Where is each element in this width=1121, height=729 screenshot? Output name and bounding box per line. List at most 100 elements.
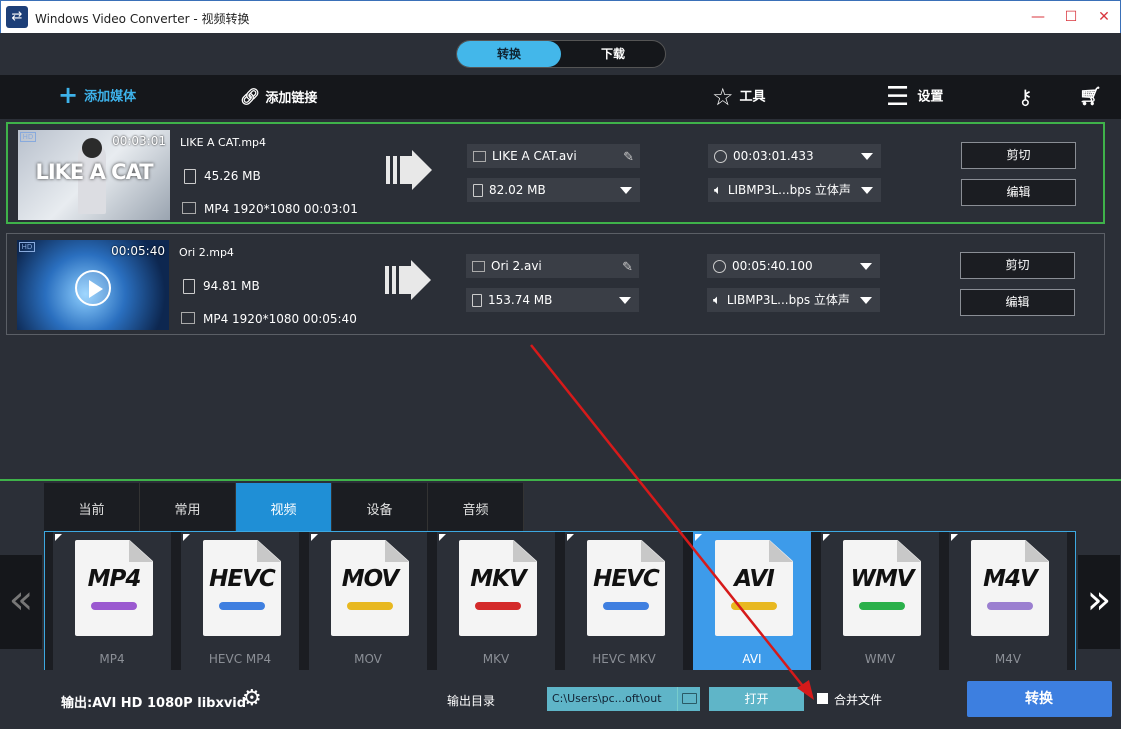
format-code: HEVC — [209, 566, 276, 592]
audio-dropdown[interactable]: 🔈︎ LIBMP3L...bps 立体声 — [708, 178, 881, 202]
chevron-down-icon — [860, 297, 872, 304]
audio-codec: LIBMP3L...bps 立体声 — [727, 183, 851, 197]
video-file-icon — [472, 261, 485, 272]
format-tile-hevc-mkv[interactable]: HEVC HEVC MKV — [565, 532, 683, 670]
magic-wand-icon: ☆ — [712, 83, 734, 111]
output-filename-field[interactable]: Ori 2.avi ✎ — [466, 254, 639, 278]
output-dir-label: 输出目录 — [447, 694, 496, 708]
format-label: M4V — [994, 652, 1022, 666]
chevron-down-icon — [861, 153, 873, 160]
open-button[interactable]: 打开 — [709, 687, 804, 711]
tab-download[interactable]: 下载 — [561, 41, 665, 67]
edit-button[interactable]: 编辑 — [961, 179, 1076, 206]
toolbar: + 添加媒体 🔗︎ 添加链接 ☆ 工具 ☰ 设置 ⚷ 🛒︎ — [0, 75, 1121, 119]
format-code: MKV — [470, 566, 527, 592]
format-tile-mkv[interactable]: MKV MKV — [437, 532, 555, 670]
tab-audio[interactable]: 音频 — [428, 483, 524, 531]
format-tile-avi[interactable]: AVI AVI — [693, 532, 811, 670]
video-badge-icon: HD — [19, 242, 35, 252]
output-size-dropdown[interactable]: 153.74 MB — [466, 288, 639, 312]
prev-arrow-icon[interactable]: « — [0, 555, 42, 649]
settings-button[interactable]: ☰ 设置 — [886, 75, 943, 119]
clock-icon — [714, 150, 727, 163]
close-icon[interactable]: ✕ — [1090, 5, 1118, 29]
audio-dropdown[interactable]: 🔈︎ LIBMP3L...bps 立体声 — [707, 288, 880, 312]
duration-dropdown[interactable]: 00:05:40.100 — [707, 254, 880, 278]
duration-badge: 00:05:40 — [111, 244, 165, 258]
link-icon: 🔗︎ — [240, 87, 261, 106]
folder-icon[interactable] — [677, 687, 700, 711]
thumbnail-text: LIKE A CAT — [35, 160, 153, 184]
video-info-icon — [182, 202, 196, 214]
pencil-icon[interactable]: ✎ — [623, 146, 634, 168]
tab-convert[interactable]: 转换 — [457, 41, 561, 67]
chevron-down-icon — [620, 187, 632, 194]
format-tile-hevc-mp4[interactable]: HEVC HEVC MP4 — [181, 532, 299, 670]
format-code: M4V — [983, 566, 1038, 592]
source-meta: MP4 1920*1080 00:03:01 — [204, 202, 358, 216]
format-tile-mov[interactable]: MOV MOV — [309, 532, 427, 670]
format-pill — [475, 602, 521, 610]
key-icon[interactable]: ⚷ — [1018, 75, 1033, 119]
maximize-icon[interactable]: ☐ — [1057, 5, 1085, 29]
format-pill — [987, 602, 1033, 610]
format-pill — [91, 602, 137, 610]
format-code: MOV — [341, 566, 399, 592]
play-icon[interactable] — [75, 270, 111, 306]
duration-dropdown[interactable]: 00:03:01.433 — [708, 144, 881, 168]
format-label: MP4 — [99, 652, 125, 666]
tab-devices[interactable]: 设备 — [332, 483, 428, 531]
video-thumbnail[interactable]: HD 00:05:40 — [17, 240, 169, 330]
format-pill — [603, 602, 649, 610]
tab-common[interactable]: 常用 — [140, 483, 236, 531]
format-label: HEVC MP4 — [208, 652, 272, 666]
bottom-bar: 输出:AVI HD 1080P libxvid ⚙ 输出目录 C:\Users\… — [0, 670, 1121, 729]
clock-icon — [713, 260, 726, 273]
output-size-dropdown[interactable]: 82.02 MB — [467, 178, 640, 202]
output-duration: 00:03:01.433 — [733, 149, 814, 163]
minimize-icon[interactable]: — — [1024, 5, 1052, 29]
format-tile-mp4[interactable]: MP4 MP4 — [53, 532, 171, 670]
format-tile-m4v[interactable]: M4V M4V — [949, 532, 1067, 670]
edit-button[interactable]: 编辑 — [960, 289, 1075, 316]
file-row[interactable]: LIKE A CAT HD 00:03:01 LIKE A CAT.mp4 45… — [6, 122, 1105, 224]
format-tile-wmv[interactable]: WMV WMV — [821, 532, 939, 670]
menu-icon: ☰ — [886, 82, 910, 112]
add-media-label: 添加媒体 — [84, 89, 137, 105]
speaker-icon: 🔈︎ — [713, 292, 721, 308]
file-row[interactable]: HD 00:05:40 Ori 2.mp4 94.81 MB MP4 1920*… — [6, 233, 1105, 335]
file-list: LIKE A CAT HD 00:03:01 LIKE A CAT.mp4 45… — [0, 119, 1121, 479]
add-link-button[interactable]: 🔗︎ 添加链接 — [240, 75, 317, 119]
tab-current[interactable]: 当前 — [44, 483, 140, 531]
cart-icon[interactable]: 🛒︎ — [1079, 75, 1102, 119]
format-label: MOV — [354, 652, 382, 666]
speaker-icon: 🔈︎ — [714, 182, 722, 198]
add-media-button[interactable]: + 添加媒体 — [58, 75, 136, 119]
cut-button[interactable]: 剪切 — [960, 252, 1075, 279]
format-pill — [347, 602, 393, 610]
pencil-icon[interactable]: ✎ — [622, 256, 633, 278]
format-pill — [731, 602, 777, 610]
source-filename: Ori 2.mp4 — [179, 246, 234, 259]
output-filename-field[interactable]: LIKE A CAT.avi ✎ — [467, 144, 640, 168]
format-code: WMV — [850, 566, 914, 592]
output-duration: 00:05:40.100 — [732, 259, 813, 273]
cut-button[interactable]: 剪切 — [961, 142, 1076, 169]
convert-button[interactable]: 转换 — [967, 681, 1112, 717]
file-icon — [183, 279, 195, 294]
tools-label: 工具 — [739, 89, 766, 105]
format-label: WMV — [864, 652, 896, 666]
output-filename: LIKE A CAT.avi — [492, 149, 577, 163]
title-bar: ⇄ Windows Video Converter - 视频转换 — ☐ ✕ — [0, 0, 1121, 33]
tools-button[interactable]: ☆ 工具 — [712, 75, 766, 119]
next-arrow-icon[interactable]: » — [1078, 555, 1120, 649]
file-icon — [473, 184, 483, 197]
output-filename: Ori 2.avi — [491, 259, 542, 273]
video-badge-icon: HD — [20, 132, 36, 142]
plus-icon: + — [58, 81, 79, 109]
source-meta: MP4 1920*1080 00:05:40 — [203, 312, 357, 326]
video-thumbnail[interactable]: LIKE A CAT HD 00:03:01 — [18, 130, 170, 220]
gear-icon[interactable]: ⚙ — [242, 686, 262, 711]
tab-video[interactable]: 视频 — [236, 483, 332, 531]
merge-checkbox[interactable] — [817, 693, 828, 704]
